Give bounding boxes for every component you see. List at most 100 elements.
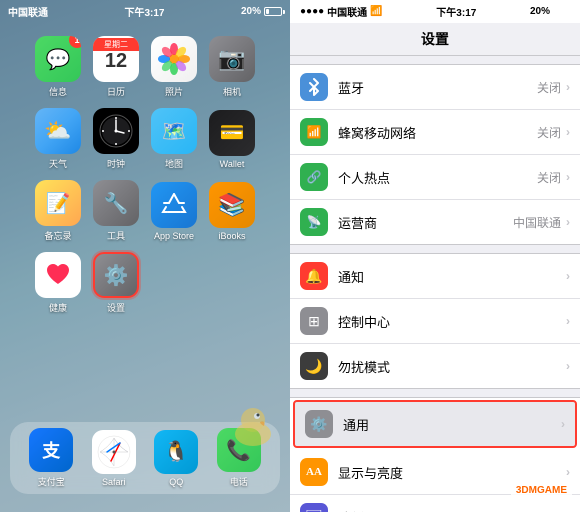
- bluetooth-label: 蓝牙: [338, 78, 537, 97]
- message-badge: 1: [69, 36, 81, 48]
- camera-label: 相机: [223, 85, 241, 98]
- dnd-label: 勿扰模式: [338, 357, 566, 376]
- cellular-row-icon: 📶: [300, 118, 328, 146]
- phone-label: 电话: [230, 475, 248, 488]
- app-icon-backup[interactable]: 📝 备忘录: [29, 175, 87, 247]
- settings-label: 设置: [107, 301, 125, 314]
- hotspot-value: 关闭: [537, 169, 561, 186]
- maps-label: 地图: [165, 157, 183, 170]
- battery-icon-left: [264, 7, 282, 16]
- qq-label: QQ: [169, 477, 183, 487]
- battery-area-right: 20%: [530, 6, 570, 17]
- notifications-row-icon: 🔔: [300, 262, 328, 290]
- settings-row-carrier[interactable]: 📡 运营商 中国联通 ›: [290, 200, 580, 244]
- status-left-right: ●●●● 中国联通 📶: [300, 4, 383, 19]
- dock-qq[interactable]: 🐧 QQ: [154, 430, 198, 487]
- settings-row-dnd[interactable]: 🌙 勿扰模式 ›: [290, 344, 580, 388]
- general-row-icon: ⚙️: [305, 410, 333, 438]
- settings-title: 设置: [421, 31, 449, 47]
- time-left: 下午3:17: [124, 4, 164, 19]
- settings-row-general[interactable]: ⚙️ 通用 ›: [293, 400, 577, 448]
- signal-icon-right: ●●●●: [300, 6, 324, 17]
- hotspot-arrow: ›: [566, 170, 570, 184]
- dnd-arrow: ›: [566, 359, 570, 373]
- notifications-arrow: ›: [566, 269, 570, 283]
- gear-icon: ⚙️: [104, 263, 129, 288]
- appstore-icon-img: [151, 182, 197, 228]
- display-row-icon: AA: [300, 458, 328, 486]
- right-panel: ●●●● 中国联通 📶 下午3:17 20% 设置 蓝牙: [290, 0, 580, 512]
- weather-icon-img: ⛅: [35, 108, 81, 154]
- battery-percent-left: 20%: [241, 6, 261, 17]
- battery-fill-left: [266, 9, 269, 14]
- cellular-arrow: ›: [566, 125, 570, 139]
- maps-icon-img: 🗺️: [151, 108, 197, 154]
- alipay-icon: 支: [29, 428, 73, 472]
- app-icon-appstore[interactable]: App Store: [145, 175, 203, 247]
- app-icon-tools[interactable]: 🔧 工具: [87, 175, 145, 247]
- appstore-label: App Store: [154, 231, 194, 241]
- dnd-row-icon: 🌙: [300, 352, 328, 380]
- time-right: 下午3:17: [436, 4, 476, 19]
- settings-icon-img: ⚙️: [93, 252, 139, 298]
- carrier-row-icon: 📡: [300, 208, 328, 236]
- left-panel: 中国联通 下午3:17 20% 💬 1 信息 星期二 12 日历: [0, 0, 290, 512]
- health-label: 健康: [49, 301, 67, 314]
- notification-group: 🔔 通知 › ⊞ 控制中心 › 🌙 勿扰模式 ›: [290, 253, 580, 389]
- app-grid: 💬 1 信息 星期二 12 日历: [0, 23, 290, 327]
- tools-label: 工具: [107, 229, 125, 242]
- general-label: 通用: [343, 415, 561, 434]
- app-icon-weather[interactable]: ⛅ 天气: [29, 103, 87, 175]
- app-icon-calendar[interactable]: 星期二 12 日历: [87, 31, 145, 103]
- settings-row-bluetooth[interactable]: 蓝牙 关闭 ›: [290, 65, 580, 110]
- app-icon-wallet[interactable]: 💳 Wallet: [203, 103, 261, 175]
- photos-icon-img: [151, 36, 197, 82]
- message-label: 信息: [49, 85, 67, 98]
- app-icon-maps[interactable]: 🗺️ 地图: [145, 103, 203, 175]
- health-icon-img: [35, 252, 81, 298]
- wallpaper-row-icon: 🖼: [300, 503, 328, 512]
- app-icon-photos[interactable]: 照片: [145, 31, 203, 103]
- carrier-arrow: ›: [566, 215, 570, 229]
- general-arrow: ›: [561, 417, 565, 431]
- carrier-value: 中国联通: [513, 214, 561, 231]
- dock-alipay[interactable]: 支 支付宝: [29, 428, 73, 488]
- wireless-group: 蓝牙 关闭 › 📶 蜂窝移动网络 关闭 › 🔗 个人热点 关闭 ›: [290, 64, 580, 245]
- app-icon-message[interactable]: 💬 1 信息: [29, 31, 87, 103]
- message-icon-img: 💬 1: [35, 36, 81, 82]
- notifications-label: 通知: [338, 267, 566, 286]
- dock-safari[interactable]: Safari: [92, 430, 136, 487]
- battery-icon-right: [552, 7, 570, 16]
- wallet-icon-img: 💳: [209, 110, 255, 156]
- settings-list: 蓝牙 关闭 › 📶 蜂窝移动网络 关闭 › 🔗 个人热点 关闭 ›: [290, 56, 580, 512]
- status-bar-right: ●●●● 中国联通 📶 下午3:17 20%: [290, 0, 580, 23]
- tools-icon-img: 🔧: [93, 180, 139, 226]
- wifi-icon-right: 📶: [370, 6, 382, 17]
- hotspot-row-icon: 🔗: [300, 163, 328, 191]
- carrier-left: 中国联通: [8, 4, 48, 19]
- bluetooth-value: 关闭: [537, 79, 561, 96]
- hotspot-label: 个人热点: [338, 168, 537, 187]
- display-arrow: ›: [566, 465, 570, 479]
- calendar-icon-img: 星期二 12: [93, 36, 139, 82]
- app-icon-ibooks[interactable]: 📚 iBooks: [203, 175, 261, 247]
- controlcenter-row-icon: ⊞: [300, 307, 328, 335]
- ibooks-label: iBooks: [218, 231, 245, 241]
- cellular-label: 蜂窝移动网络: [338, 123, 537, 142]
- app-icon-clock[interactable]: 时钟: [87, 103, 145, 175]
- status-bar-left: 中国联通 下午3:17 20%: [0, 0, 290, 23]
- battery-percent-right: 20%: [530, 6, 550, 17]
- settings-row-notifications[interactable]: 🔔 通知 ›: [290, 254, 580, 299]
- settings-row-cellular[interactable]: 📶 蜂窝移动网络 关闭 ›: [290, 110, 580, 155]
- settings-row-controlcenter[interactable]: ⊞ 控制中心 ›: [290, 299, 580, 344]
- cal-date: 12: [105, 51, 127, 71]
- battery-fill-right: [554, 9, 557, 14]
- controlcenter-label: 控制中心: [338, 312, 566, 331]
- app-icon-health[interactable]: 健康: [29, 247, 87, 319]
- app-icon-settings[interactable]: ⚙️ 设置: [87, 247, 145, 319]
- camera-icon-img: 📷: [209, 36, 255, 82]
- settings-row-hotspot[interactable]: 🔗 个人热点 关闭 ›: [290, 155, 580, 200]
- safari-icon: [92, 430, 136, 474]
- empty-slot-1: [145, 247, 203, 319]
- app-icon-camera[interactable]: 📷 相机: [203, 31, 261, 103]
